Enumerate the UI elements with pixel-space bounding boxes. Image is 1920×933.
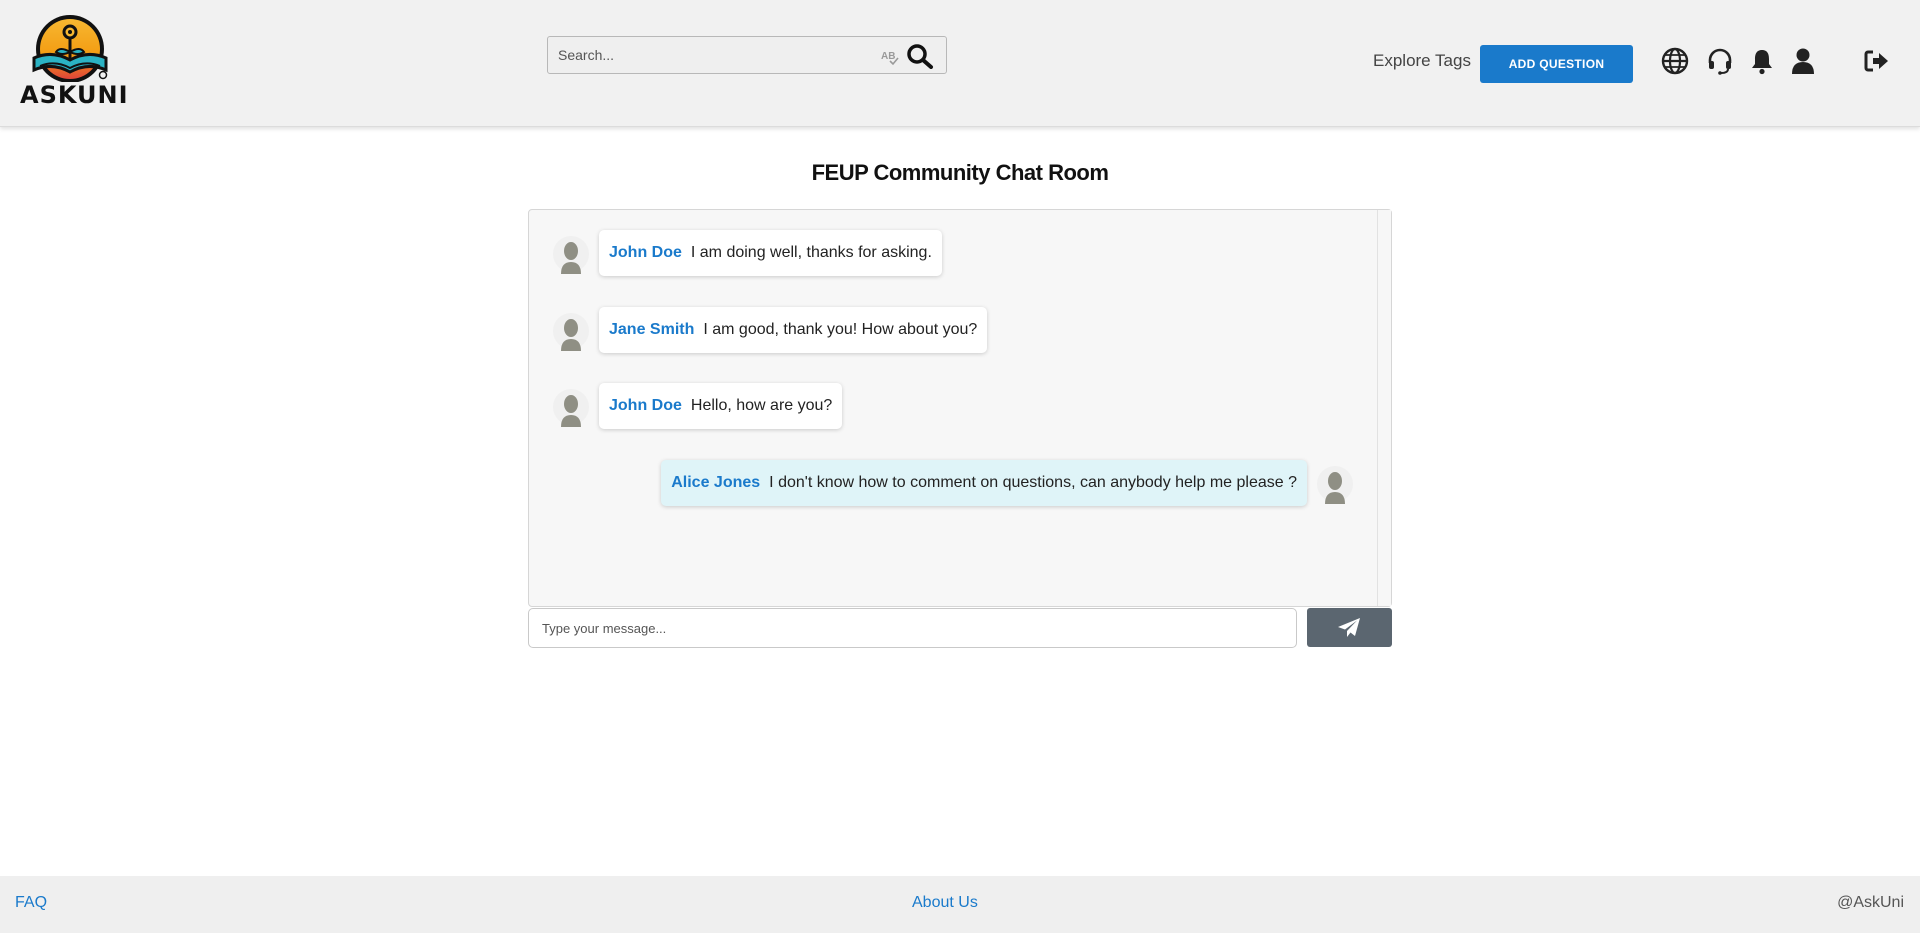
headset-icon[interactable] xyxy=(1706,47,1734,75)
search-icon[interactable] xyxy=(906,43,934,69)
chat-scrollbar[interactable] xyxy=(1377,210,1391,606)
message-text: I am good, thank you! How about you? xyxy=(703,321,978,338)
message-input[interactable] xyxy=(528,608,1297,648)
message-author[interactable]: Jane Smith xyxy=(609,321,694,339)
user-icon[interactable] xyxy=(1789,47,1817,75)
page-title: FEUP Community Chat Room xyxy=(811,160,1109,185)
faq-link[interactable]: FAQ xyxy=(15,894,47,912)
message-author[interactable]: John Doe xyxy=(609,397,682,415)
explore-tags-link[interactable]: Explore Tags xyxy=(1373,51,1471,71)
message-text: Hello, how are you? xyxy=(690,397,833,414)
message-bubble: John Doe I am doing well, thanks for ask… xyxy=(599,230,942,276)
spellcheck-icon[interactable]: AB xyxy=(880,47,900,67)
search-bar: AB xyxy=(547,36,947,74)
message-author[interactable]: John Doe xyxy=(609,244,682,262)
message-author[interactable]: Alice Jones xyxy=(671,474,760,492)
chat-message-own: Alice Jones I don't know how to comment … xyxy=(661,460,1353,506)
logout-icon[interactable] xyxy=(1862,47,1890,75)
avatar-placeholder-icon xyxy=(553,236,589,274)
send-button[interactable] xyxy=(1307,608,1392,647)
copyright-text: @AskUni xyxy=(1837,894,1904,911)
message-bubble-own: Alice Jones I don't know how to comment … xyxy=(661,460,1307,506)
bell-icon[interactable] xyxy=(1748,47,1776,75)
add-question-button[interactable]: ADD QUESTION xyxy=(1480,45,1633,83)
logo-emblem-icon xyxy=(32,15,108,83)
search-input[interactable] xyxy=(548,37,878,73)
message-text: I am doing well, thanks for asking. xyxy=(690,244,932,261)
about-us-link[interactable]: About Us xyxy=(912,894,978,912)
message-bubble: John Doe Hello, how are you? xyxy=(599,383,843,429)
avatar-placeholder-icon xyxy=(553,389,589,427)
paper-plane-icon xyxy=(1338,618,1360,637)
top-navbar: ASKUNI AB Explore Tags ADD QUESTION xyxy=(0,0,1920,127)
avatar-placeholder-icon xyxy=(553,313,589,351)
footer: FAQ About Us @AskUni xyxy=(0,876,1920,933)
askuni-logo[interactable]: ASKUNI xyxy=(20,12,129,112)
chat-messages-panel[interactable]: John Doe I am doing well, thanks for ask… xyxy=(528,209,1392,607)
avatar-placeholder-icon xyxy=(1317,466,1353,504)
message-bubble: Jane Smith I am good, thank you! How abo… xyxy=(599,307,988,353)
globe-icon[interactable] xyxy=(1661,47,1689,75)
logo-text: ASKUNI xyxy=(20,81,129,109)
message-text: I don't know how to comment on questions… xyxy=(769,474,1297,491)
svg-text:AB: AB xyxy=(881,51,895,62)
